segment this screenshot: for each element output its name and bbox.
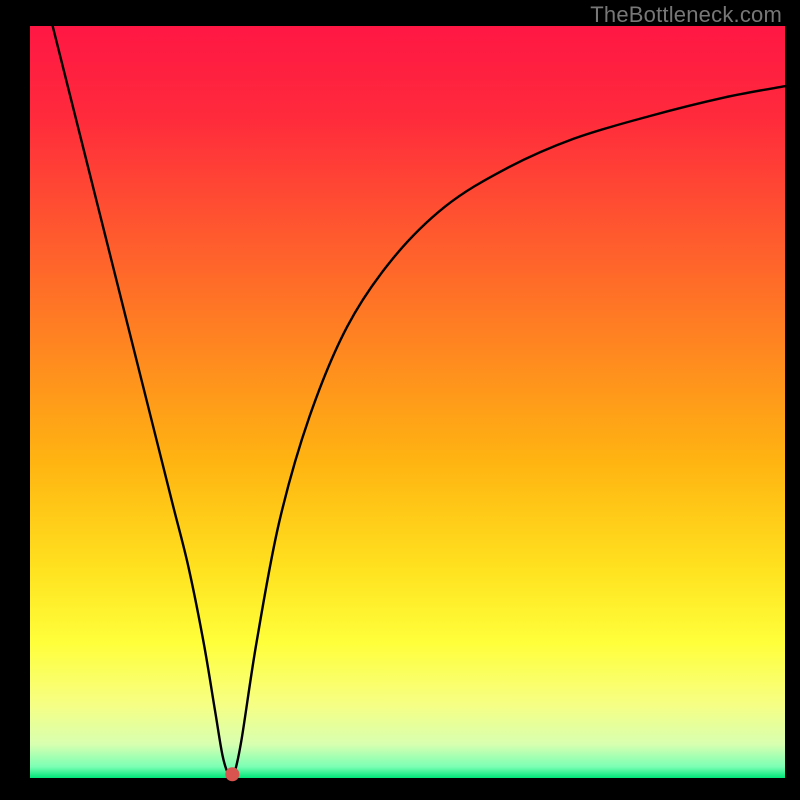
- chart-frame: TheBottleneck.com: [0, 0, 800, 800]
- optimal-point-marker: [225, 767, 239, 781]
- plot-background: [30, 26, 785, 778]
- bottleneck-chart: [0, 0, 800, 800]
